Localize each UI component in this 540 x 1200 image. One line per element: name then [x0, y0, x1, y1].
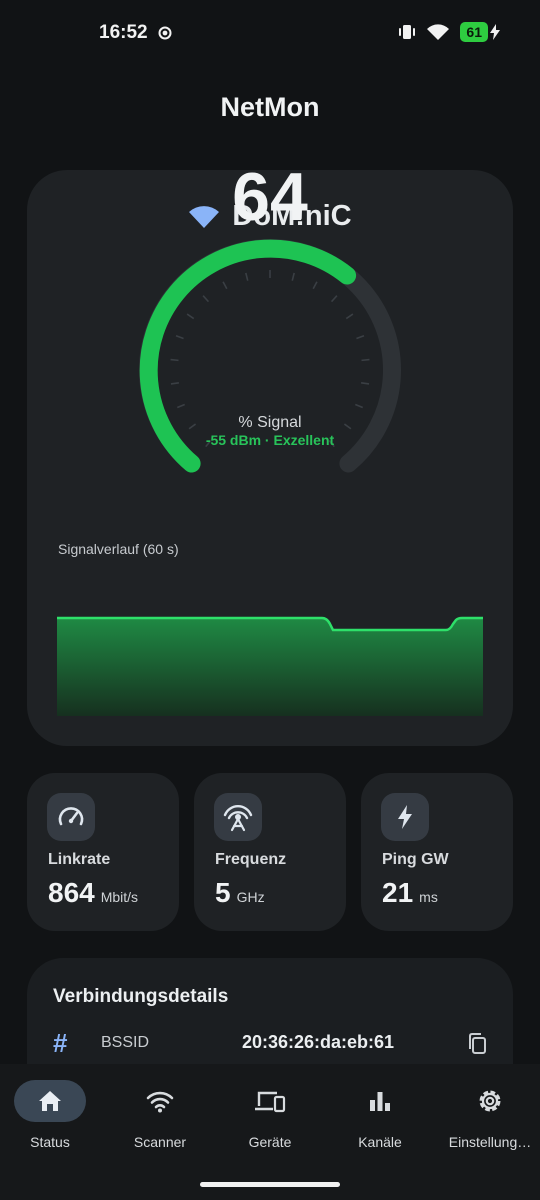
gauge-tick: [330, 295, 338, 303]
gauge-tick: [345, 313, 354, 320]
hash-icon: #: [53, 1028, 68, 1058]
tile-number: 864: [48, 877, 95, 908]
gauge-tick: [170, 358, 179, 362]
tile-label: Linkrate: [48, 851, 111, 868]
gauge-tick: [186, 313, 195, 320]
nav-label: Status: [30, 1134, 70, 1150]
gauge-tick: [175, 335, 184, 340]
tile-value: 864 Mbit/s: [48, 877, 138, 909]
tile-value: 5 GHz: [215, 877, 265, 909]
home-icon: [39, 1091, 61, 1111]
gauge-tick: [245, 272, 249, 281]
antenna-icon: [214, 793, 262, 841]
copy-icon[interactable]: [467, 1032, 489, 1056]
history-area: [57, 618, 483, 716]
tile-number: 5: [215, 877, 231, 908]
nav-scanner[interactable]: Scanner: [106, 1080, 214, 1150]
nav-label: Kanäle: [358, 1134, 402, 1150]
gauge-tick: [356, 335, 365, 340]
gauge-tick: [312, 281, 318, 290]
nav-channels[interactable]: Kanäle: [326, 1080, 434, 1150]
tile-frequency[interactable]: Frequenz 5 GHz: [194, 773, 346, 931]
home-indicator: [200, 1182, 340, 1187]
tile-label: Ping GW: [382, 851, 449, 868]
detail-value: 20:36:26:da:eb:61: [242, 1032, 395, 1052]
detail-row-bssid: # BSSID 20:36:26:da:eb:61: [53, 1028, 493, 1060]
gear-icon: [479, 1090, 501, 1112]
nav-label: Scanner: [133, 1134, 187, 1150]
bottom-navigation: Status Scanner Geräte Kanäle Einstellung…: [0, 1064, 540, 1200]
signal-unit: % Signal: [238, 414, 302, 431]
gauge-tick: [361, 358, 370, 362]
nav-status[interactable]: Status: [0, 1080, 104, 1150]
nav-label: Geräte: [248, 1134, 292, 1150]
detail-key: BSSID: [101, 1034, 150, 1051]
bar-chart-icon: [370, 1092, 390, 1111]
gauge-tick: [291, 272, 295, 281]
history-label: Signalverlauf (60 s): [58, 541, 179, 557]
signal-history-chart: [57, 616, 483, 716]
gauge-tick: [355, 403, 364, 409]
tile-unit: GHz: [236, 889, 265, 905]
details-title: Verbindungsdetails: [53, 986, 229, 1007]
tile-value: 21 ms: [382, 877, 438, 909]
gauge-tick: [222, 281, 228, 290]
bolt-icon: [381, 793, 429, 841]
tile-unit: Mbit/s: [100, 889, 139, 905]
tile-unit: ms: [419, 889, 438, 905]
gauge-tick: [360, 382, 370, 385]
nav-active-indicator: [14, 1080, 86, 1122]
nav-devices[interactable]: Geräte: [216, 1080, 324, 1150]
tile-linkrate[interactable]: Linkrate 864 Mbit/s: [27, 773, 179, 931]
nav-settings[interactable]: Einstellung…: [436, 1080, 540, 1150]
gauge-tick: [176, 403, 185, 409]
gauge-tick: [170, 382, 180, 385]
tile-number: 21: [382, 877, 414, 908]
tile-label: Frequenz: [215, 851, 287, 868]
tile-ping[interactable]: Ping GW 21 ms: [361, 773, 513, 931]
devices-icon: [255, 1091, 286, 1113]
gauge-tick: [202, 295, 210, 303]
signal-value: 64: [232, 159, 308, 235]
speedometer-icon: [47, 793, 95, 841]
wifi-icon: [146, 1091, 174, 1113]
signal-quality: -55 dBm · Exzellent: [205, 432, 335, 448]
nav-label: Einstellung…: [448, 1134, 532, 1150]
